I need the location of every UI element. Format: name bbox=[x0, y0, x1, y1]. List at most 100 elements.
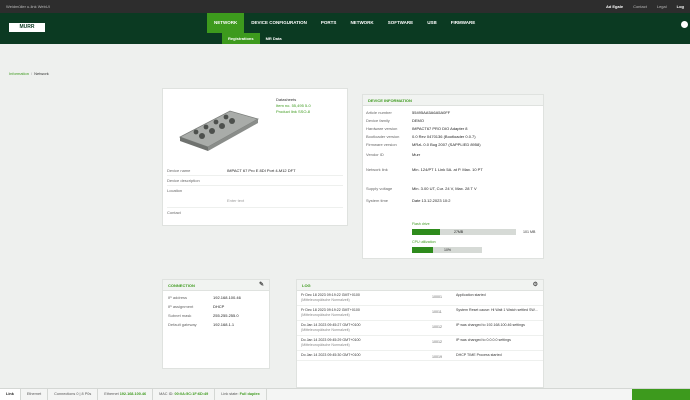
legal-link[interactable]: Legal bbox=[657, 4, 667, 9]
supply-voltage-label: Supply voltage bbox=[366, 186, 393, 191]
log-message: DHCP TIME Process started bbox=[456, 353, 502, 357]
subnet-mask-value: 255.255.255.0 bbox=[213, 313, 239, 318]
info-row: Supply voltage Min. 3.00 UT, Cur. 24 V, … bbox=[366, 186, 542, 198]
nav-item-network-2[interactable]: NETWORK bbox=[343, 13, 380, 33]
device-fields: Device name IMPACT 67 Pro E 8DI Port 4-M… bbox=[167, 168, 343, 218]
log-entry-time: Fr Dec 18 2023 09:19:22 GMT+0100 (Mittel… bbox=[297, 291, 432, 305]
firmware-version-value: MRzL 0.0 Bug 2007 (SAPPLIED 8958) bbox=[412, 142, 481, 147]
top-bar: Weidmüller u-link WebUI Ad Egale Contact… bbox=[0, 0, 690, 13]
settings-gear-icon[interactable]: ⚙ bbox=[533, 280, 538, 291]
logout-link[interactable]: Log bbox=[677, 4, 684, 9]
field-row: Location bbox=[167, 186, 343, 196]
supply-voltage-value: Min. 3.00 UT, Cur. 24 V, Max. 28 T V bbox=[412, 186, 477, 191]
status-tab-label: Link bbox=[6, 392, 14, 396]
log-entry-time: Do Jan 14 2023 09:45:29 GMT+0100 (Mittel… bbox=[297, 336, 432, 350]
device-image bbox=[179, 110, 260, 151]
bootloader-version-value: 0.0 Rev 0470136 (Bootloader 0.0.7) bbox=[412, 134, 476, 139]
nav-item-ports[interactable]: PORTS bbox=[314, 13, 344, 33]
info-row: Network link Min. 124/PT 1 Link 5A. at P… bbox=[366, 164, 542, 186]
breadcrumb-root[interactable]: Information bbox=[9, 71, 29, 76]
status-action-button[interactable] bbox=[632, 389, 690, 400]
connection-row: Default gateway 192.168.1.1 bbox=[168, 322, 268, 331]
network-link-value: Min. 124/PT 1 Link 5A. at P. Max. 10 PT bbox=[412, 167, 483, 172]
nav-item-network[interactable]: NETWORK bbox=[207, 13, 245, 33]
brand-logo[interactable]: MURR bbox=[9, 23, 45, 32]
top-links: Ad Egale Contact Legal Log bbox=[606, 4, 684, 9]
storage-used-text: 27MB bbox=[454, 230, 464, 234]
log-code: 10012 bbox=[432, 325, 442, 329]
user-menu-icon[interactable] bbox=[681, 21, 688, 28]
nav-item-firmware[interactable]: FIRMWARE bbox=[444, 13, 483, 33]
info-row: Firmware version MRzL 0.0 Bug 2007 (SAPP… bbox=[366, 142, 542, 152]
log-timezone: (Mitteleuropäische Normalzeit) bbox=[301, 343, 350, 347]
log-entry: Fr Dec 18 2023 09:19:22 GMT+0100 (Mittel… bbox=[297, 291, 543, 306]
app-title: Weidmüller u-link WebUI bbox=[6, 4, 50, 9]
main-navigation: MURR NETWORK DEVICE CONFIGURATION PORTS … bbox=[0, 13, 690, 44]
hardware-version-label: Hardware version bbox=[366, 126, 398, 131]
nav-item-device-configuration[interactable]: DEVICE CONFIGURATION bbox=[244, 13, 314, 33]
field-row: Device name IMPACT 67 Pro E 8DI Port 4-M… bbox=[167, 168, 343, 176]
default-gateway-value: 192.168.1.1 bbox=[213, 322, 235, 327]
status-tab-link-state[interactable]: Link state: Full duplex bbox=[215, 389, 267, 400]
subnet-mask-label: Subnet mask bbox=[168, 313, 192, 318]
device-name-value[interactable]: IMPACT 67 Pro E 8DI Port 4-M12 DFT bbox=[227, 168, 296, 175]
cpu-usage-bar: 10% bbox=[412, 247, 482, 253]
info-row: Article number 55495AA5A6A5A0FF bbox=[366, 110, 542, 118]
log-entry-time: Do Jan 14 2023 09:45:30 GMT+0100 bbox=[297, 351, 432, 360]
status-tab-label: MAC ID: bbox=[159, 392, 175, 396]
device-information-fields: Article number 55495AA5A6A5A0FF Device f… bbox=[366, 110, 542, 206]
log-code: 10001 bbox=[432, 295, 442, 299]
log-list: Fr Dec 18 2023 09:19:22 GMT+0100 (Mittel… bbox=[297, 291, 543, 361]
user-name[interactable]: Ad Egale bbox=[606, 4, 623, 9]
log-entry-time: Do Jan 14 2023 09:45:27 GMT+0100 (Mittel… bbox=[297, 321, 432, 335]
storage-label: Flash drive bbox=[412, 222, 430, 226]
storage-usage-bar: 27MB bbox=[412, 229, 516, 235]
connection-title: CONNECTION bbox=[168, 283, 195, 288]
default-gateway-label: Default gateway bbox=[168, 322, 197, 327]
connection-row: IP address 192.168.100.46 bbox=[168, 295, 268, 304]
log-title: LOG bbox=[302, 283, 311, 288]
nav-item-software[interactable]: SOFTWARE bbox=[381, 13, 421, 33]
status-tab-value: 192.168.100.46 bbox=[119, 392, 147, 396]
contact-link[interactable]: Contact bbox=[633, 4, 647, 9]
breadcrumb-separator: / bbox=[31, 71, 33, 76]
status-tab-connections[interactable]: Connections 0 | 8 P0s bbox=[48, 389, 99, 400]
ip-assignment-label: IP assignment bbox=[168, 304, 194, 309]
status-tab-ip[interactable]: Ethernet 192.168.100.46 bbox=[98, 389, 154, 400]
log-timezone: (Mitteleuropäische Normalzeit) bbox=[301, 298, 350, 302]
log-entry-time: Fr Dec 18 2023 09:19:22 GMT+0100 (Mittel… bbox=[297, 306, 432, 320]
connection-fields: IP address 192.168.100.46 IP assignment … bbox=[168, 295, 268, 331]
main-nav-items: NETWORK DEVICE CONFIGURATION PORTS NETWO… bbox=[207, 13, 482, 33]
subnav-mr-data[interactable]: MR Data bbox=[260, 33, 288, 44]
log-message: System Reset cause: Hi Wait 1 Watch sett… bbox=[456, 308, 538, 312]
cpu-usage-fill bbox=[412, 247, 433, 253]
edit-pencil-icon[interactable]: ✎ bbox=[259, 280, 264, 291]
log-timezone: (Mitteleuropäische Normalzeit) bbox=[301, 313, 350, 317]
enter-text-hint[interactable]: Enter text bbox=[227, 198, 244, 207]
log-entry: Do Jan 14 2023 09:45:27 GMT+0100 (Mittel… bbox=[297, 321, 543, 336]
cpu-usage-text: 10% bbox=[444, 248, 452, 252]
log-code: 10019 bbox=[432, 355, 442, 359]
log-message: IP was changed to 0.0.0.0 settings bbox=[456, 338, 511, 342]
info-row: Vendor ID Murr bbox=[366, 152, 542, 164]
status-tab-ethernet[interactable]: Ethernet bbox=[21, 389, 49, 400]
log-date: Do Jan 14 2023 09:45:30 GMT+0100 bbox=[301, 353, 361, 357]
subnav-registrations[interactable]: Registrations bbox=[222, 33, 260, 44]
vendor-id-label: Vendor ID bbox=[366, 152, 384, 157]
field-row: Enter text bbox=[167, 196, 343, 208]
breadcrumb: Information / Network bbox=[9, 71, 49, 76]
log-message: Application started bbox=[456, 293, 486, 297]
connection-panel: CONNECTION ✎ IP address 192.168.100.46 I… bbox=[162, 279, 270, 369]
nav-item-usb[interactable]: USB bbox=[420, 13, 444, 33]
system-time-value: Date 13.12.2023 10:2 bbox=[412, 198, 451, 203]
log-code: 10012 bbox=[432, 340, 442, 344]
status-tab-link[interactable]: Link bbox=[0, 389, 21, 400]
storage-total: 101 MB bbox=[523, 230, 536, 234]
device-links: Datasheets Item no. 55,495 5-0 Product l… bbox=[276, 97, 311, 115]
info-row: Hardware version IMPACT67 PRO DIO Adapte… bbox=[366, 126, 542, 134]
status-tab-mac[interactable]: MAC ID: 00:0A:5C:1F:6D:49 bbox=[153, 389, 216, 400]
device-information-header: DEVICE INFORMATION bbox=[363, 95, 543, 106]
connection-header: CONNECTION ✎ bbox=[163, 280, 269, 291]
product-link[interactable]: Product link SSO-8 bbox=[276, 109, 311, 115]
status-tab-label: Ethernet bbox=[26, 392, 42, 396]
